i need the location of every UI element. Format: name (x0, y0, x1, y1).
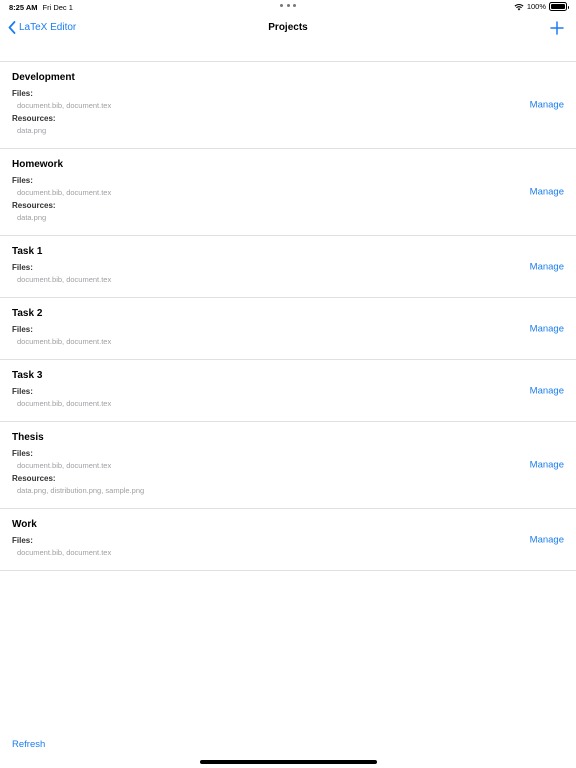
files-value: document.bib, document.tex (17, 399, 112, 408)
manage-button[interactable]: Manage (530, 385, 564, 396)
dot (293, 4, 296, 7)
resources-label: Resources: (12, 201, 56, 210)
plus-icon[interactable] (550, 21, 564, 35)
wifi-icon (514, 3, 524, 10)
home-indicator[interactable] (200, 760, 377, 764)
status-bar: 8:25 AM Fri Dec 1 100% (0, 0, 576, 14)
files-value: document.bib, document.tex (17, 188, 112, 197)
files-label: Files: (12, 536, 33, 545)
project-row: Development Files: document.bib, document.… (0, 62, 576, 149)
project-name: Work (12, 519, 37, 530)
files-label: Files: (12, 176, 33, 185)
project-row: Thesis Files: document.bib, document.tex Re… (0, 422, 576, 509)
files-value: document.bib, document.tex (17, 101, 112, 110)
manage-button[interactable]: Manage (530, 187, 564, 198)
project-name: Task 3 (12, 370, 43, 381)
page-title: Projects (268, 22, 308, 33)
files-value: document.bib, document.tex (17, 337, 112, 346)
project-name: Task 1 (12, 246, 43, 257)
project-list: Development Files: document.bib, document.… (0, 62, 576, 571)
files-label: Files: (12, 325, 33, 334)
files-value: document.bib, document.tex (17, 461, 112, 470)
project-row: Task 2 Files: document.bib, document.tex Ma… (0, 298, 576, 360)
status-time: 8:25 AM (9, 3, 38, 12)
dot (280, 4, 283, 7)
refresh-button[interactable]: Refresh (12, 739, 45, 750)
manage-button[interactable]: Manage (530, 460, 564, 471)
files-value: document.bib, document.tex (17, 275, 112, 284)
status-indicators: 100% (514, 2, 569, 11)
project-row: Homework Files: document.bib, document.tex… (0, 149, 576, 236)
resources-value: data.png (17, 126, 47, 135)
project-row: Task 3 Files: document.bib, document.tex Ma… (0, 360, 576, 422)
project-row: Task 1 Files: document.bib, document.tex Ma… (0, 236, 576, 298)
resources-value: data.png (17, 213, 47, 222)
status-time-date: 8:25 AM Fri Dec 1 (9, 3, 73, 12)
manage-button[interactable]: Manage (530, 100, 564, 111)
resources-label: Resources: (12, 474, 56, 483)
files-value: document.bib, document.tex (17, 548, 112, 557)
project-name: Task 2 (12, 308, 43, 319)
resources-value: data.png, distribution.png, sample.png (17, 486, 145, 495)
files-label: Files: (12, 263, 33, 272)
project-name: Thesis (12, 432, 44, 443)
battery-percentage: 100% (526, 2, 546, 11)
project-name: Homework (12, 159, 64, 170)
project-row: Work Files: document.bib, document.tex Mana… (0, 509, 576, 571)
files-label: Files: (12, 387, 33, 396)
files-label: Files: (12, 89, 33, 98)
navigation-bar: LaTeX Editor Projects (0, 14, 576, 62)
resources-label: Resources: (12, 114, 56, 123)
files-label: Files: (12, 449, 33, 458)
status-date: Fri Dec 1 (42, 3, 73, 12)
battery-icon (549, 2, 569, 11)
manage-button[interactable]: Manage (530, 534, 564, 545)
manage-button[interactable]: Manage (530, 261, 564, 272)
project-name: Development (12, 72, 75, 83)
dot (286, 4, 290, 7)
multitasking-dots[interactable] (280, 4, 296, 7)
manage-button[interactable]: Manage (530, 323, 564, 334)
